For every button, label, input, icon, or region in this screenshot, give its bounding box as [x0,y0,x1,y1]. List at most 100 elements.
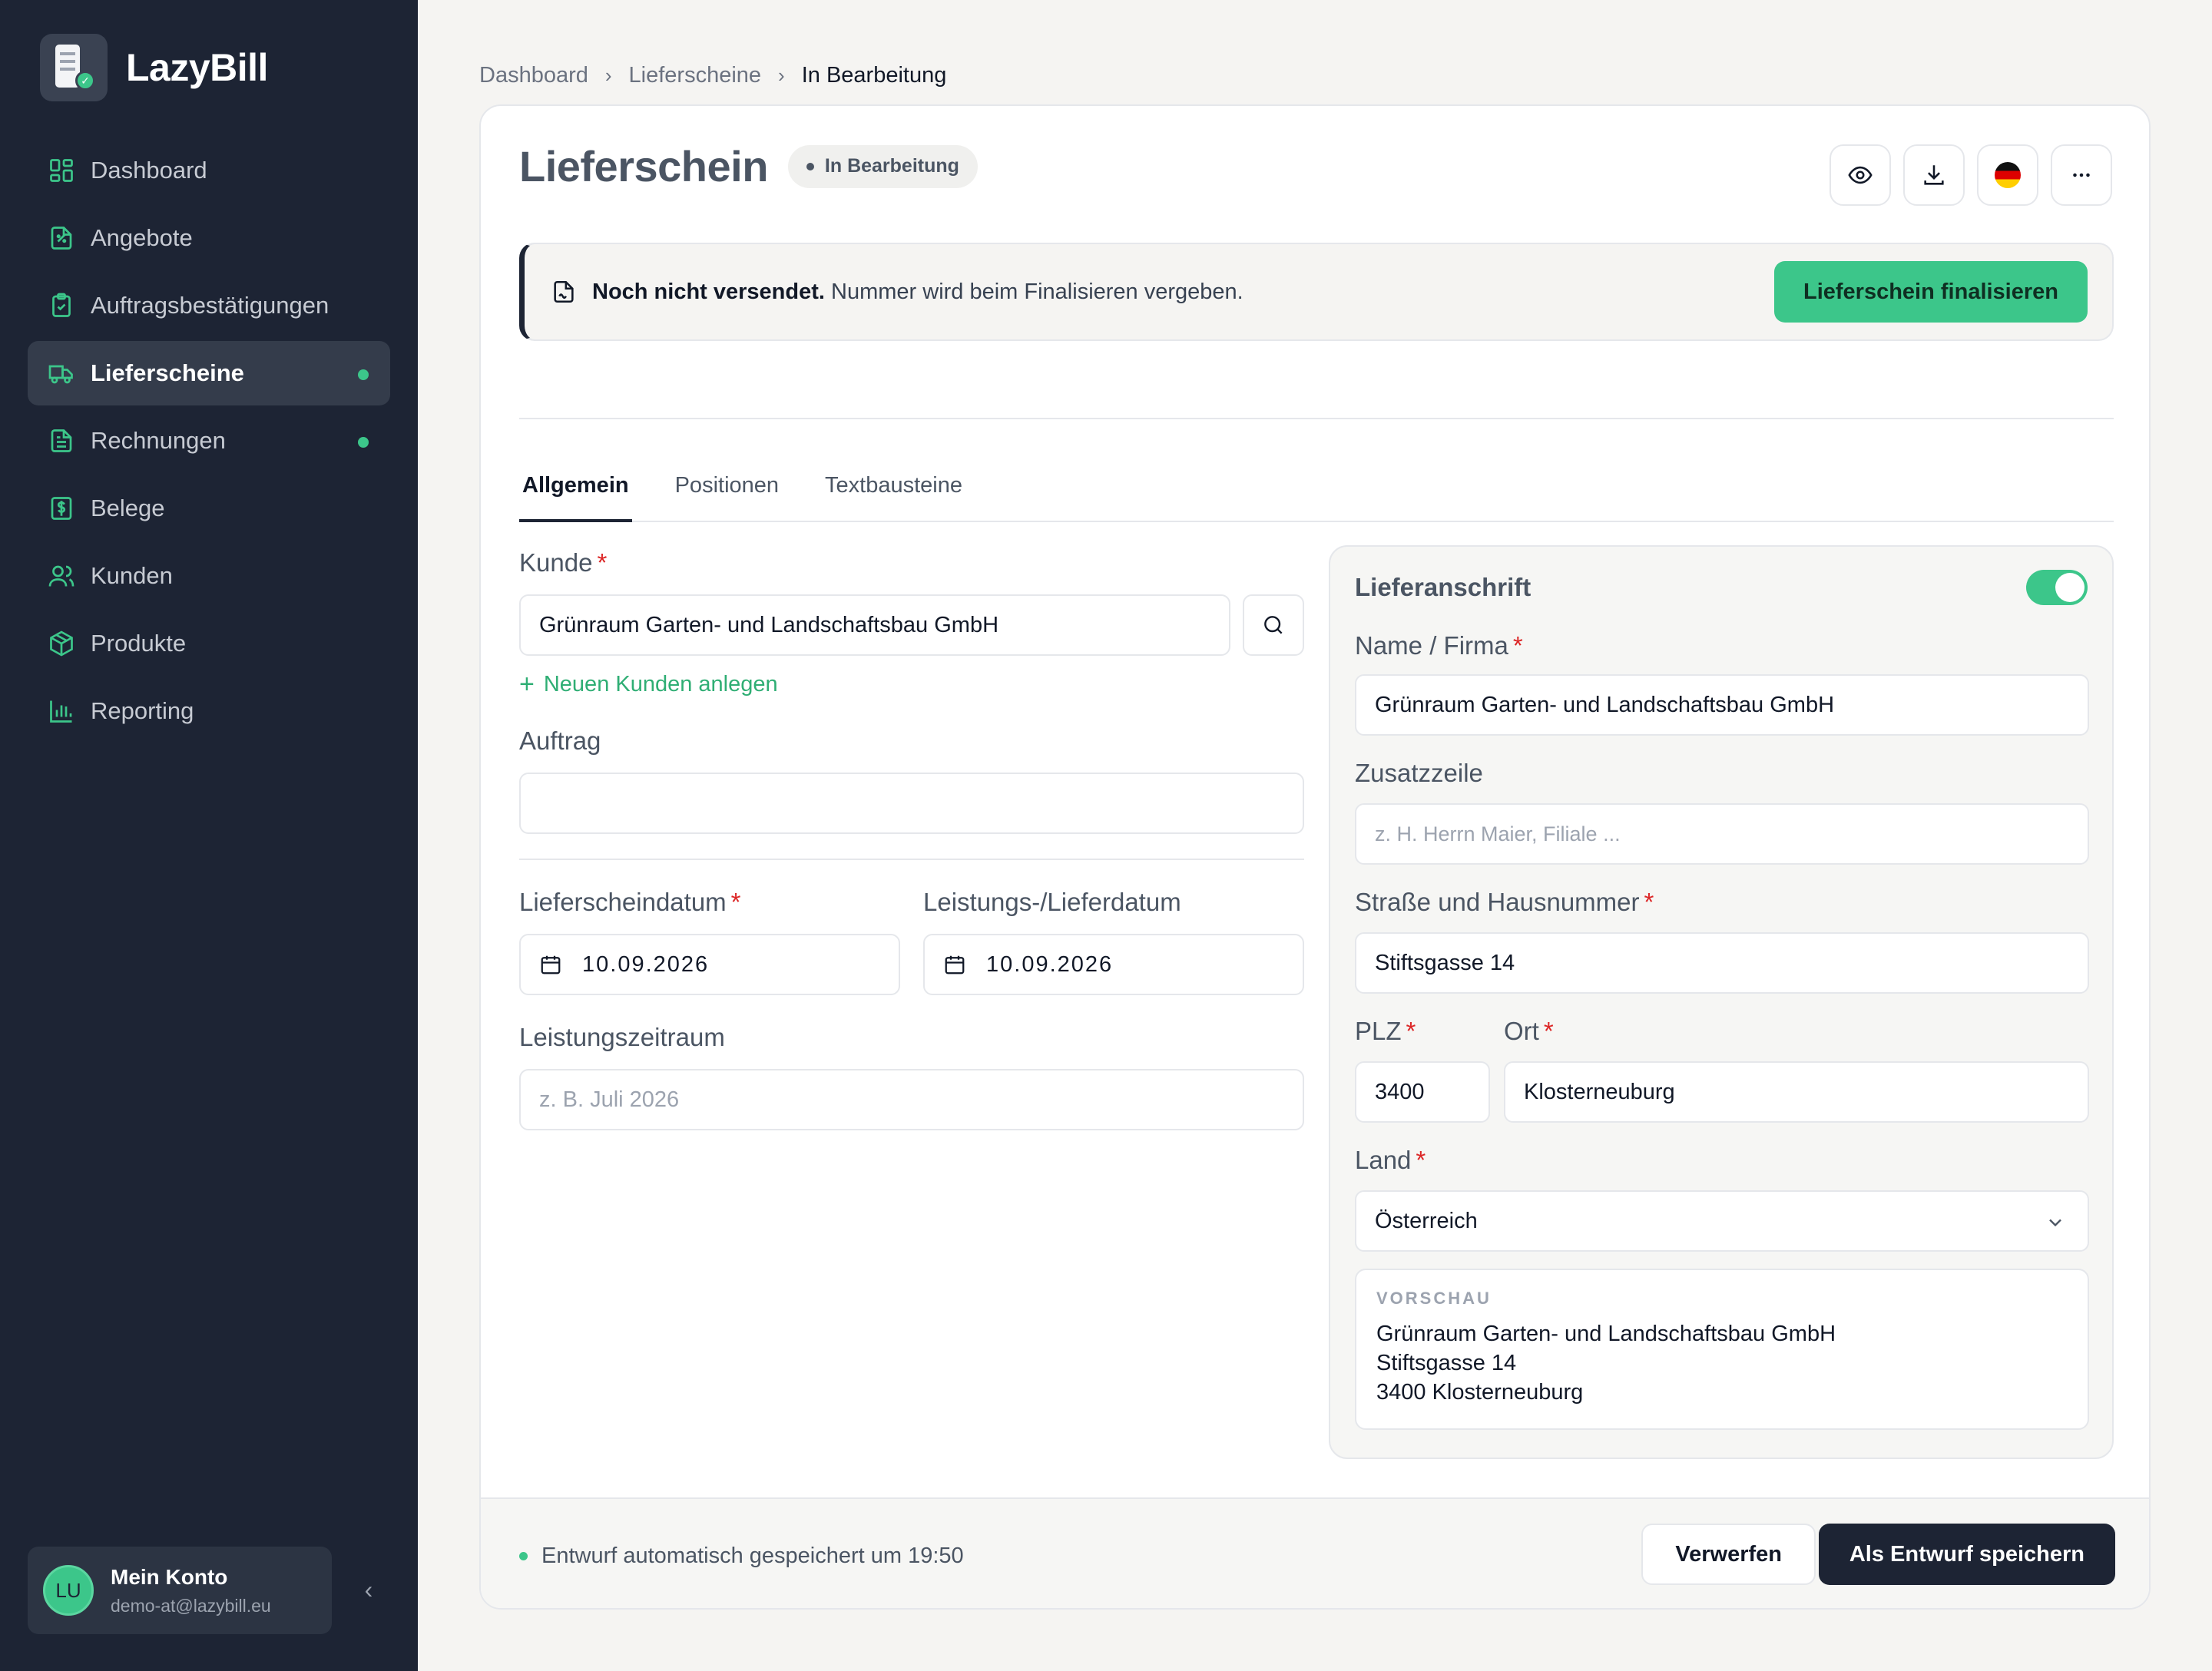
calendar-icon [541,955,561,974]
auftrag-input[interactable] [519,773,1304,834]
header-actions [1817,144,2112,206]
document-signature-icon [554,280,574,303]
sidebar-item-rechnungen[interactable]: Rechnungen [28,409,390,473]
card-footer: Entwurf automatisch gespeichert um 19:50… [481,1497,2149,1608]
draft-notice: Noch nicht versendet. Nummer wird beim F… [519,243,2114,341]
dashboard-icon [48,157,75,184]
account-menu[interactable]: LU Mein Konto demo-at@lazybill.eu [28,1547,332,1634]
account-name: Mein Konto [111,1564,228,1589]
offer-icon [48,224,75,252]
tabs: Allgemein Positionen Textbausteine [519,458,2114,522]
sidebar-item-label: Dashboard [91,157,207,184]
leistungszeitraum-input[interactable]: z. B. Juli 2026 [519,1069,1304,1130]
lazybill-logo-icon: ✓ [40,34,108,101]
notice-text: Noch nicht versendet. Nummer wird beim F… [592,279,1243,304]
search-icon [1264,616,1283,634]
plz-label: PLZ * [1355,1017,1416,1045]
sidebar-item-kunden[interactable]: Kunden [28,544,390,608]
bar-chart-icon [48,697,75,725]
autosave-status: Entwurf automatisch gespeichert um 19:50 [519,1544,964,1569]
chevron-right-icon: › [604,64,612,87]
german-flag-icon [1995,162,2021,188]
sidebar-item-label: Belege [91,495,165,521]
lieferdatum-label: Leistungs-/Lieferdatum [923,888,1181,916]
discard-button[interactable]: Verwerfen [1641,1524,1816,1585]
document-card: Lieferschein In Bearbeitung Noch nicht v… [479,104,2151,1610]
strasse-label: Straße und Hausnummer * [1355,888,1654,916]
sidebar-item-label: Lieferscheine [91,359,244,386]
status-label: In Bearbeitung [824,155,959,177]
leistungszeitraum-label: Leistungszeitraum [519,1023,725,1051]
breadcrumb-dashboard[interactable]: Dashboard [479,63,588,88]
land-select[interactable]: Österreich [1355,1190,2089,1252]
sidebar-item-lieferscheine[interactable]: Lieferscheine [28,341,390,405]
ort-label: Ort * [1504,1017,1554,1045]
preview-line: Stiftsgasse 14 [1376,1351,1517,1375]
account-email: demo-at@lazybill.eu [111,1595,271,1616]
app-name: LazyBill [126,46,268,89]
more-horizontal-icon [2073,173,2090,177]
truck-icon [48,359,75,387]
land-label: Land * [1355,1146,1426,1174]
download-icon [1924,165,1944,185]
address-preview: VORSCHAU Grünraum Garten- und Landschaft… [1355,1269,2089,1430]
avatar: LU [43,1565,94,1616]
strasse-input[interactable]: Stiftsgasse 14 [1355,932,2089,994]
calendar-icon [945,955,965,974]
status-badge: In Bearbeitung [787,144,978,188]
sidebar-item-reporting[interactable]: Reporting [28,679,390,743]
name-input[interactable]: Grünraum Garten- und Landschaftsbau GmbH [1355,674,2089,736]
sidebar-item-produkte[interactable]: Produkte [28,611,390,676]
brand[interactable]: ✓ LazyBill [40,34,268,101]
preview-line: Grünraum Garten- und Landschaftsbau GmbH [1376,1322,1836,1346]
language-button[interactable] [1977,144,2038,206]
sidebar-item-auftragsbestaetigungen[interactable]: Auftragsbestätigungen [28,273,390,338]
kunde-input[interactable]: Grünraum Garten- und Landschaftsbau GmbH [519,594,1230,656]
kunde-label: Kunde * [519,548,608,577]
sidebar-item-belege[interactable]: Belege [28,476,390,541]
customer-search-button[interactable] [1243,594,1304,656]
lieferdatum-input[interactable]: 10.09.2026 [923,934,1304,995]
new-customer-link[interactable]: + Neuen Kunden anlegen [519,670,778,700]
ort-input[interactable]: Klosterneuburg [1504,1061,2089,1123]
breadcrumb-lieferscheine[interactable]: Lieferscheine [629,63,762,88]
sidebar-item-label: Produkte [91,630,187,657]
zusatzzeile-input[interactable]: z. H. Herrn Maier, Filiale ... [1355,803,2089,865]
plz-input[interactable]: 3400 [1355,1061,1490,1123]
collapse-sidebar-chevron-left-icon[interactable]: ‹ [353,1574,384,1605]
tab-positionen[interactable]: Positionen [672,458,782,522]
download-button[interactable] [1903,144,1965,206]
sidebar-item-angebote[interactable]: Angebote [28,206,390,270]
users-icon [48,562,75,590]
sidebar: ✓ LazyBill Dashboard Angebote Auftragsbe… [0,0,418,1671]
delivery-address-panel: Lieferanschrift Name / Firma * Grünraum G… [1329,545,2114,1459]
receipt-icon [48,495,75,522]
preview-button[interactable] [1830,144,1891,206]
plus-icon: + [519,670,535,699]
delivery-address-toggle[interactable] [2026,570,2088,605]
sidebar-item-label: Kunden [91,562,173,589]
finalize-button[interactable]: Lieferschein finalisieren [1773,261,2088,323]
save-draft-button[interactable]: Als Entwurf speichern [1818,1524,2115,1585]
tab-allgemein[interactable]: Allgemein [519,458,632,522]
name-label: Name / Firma * [1355,631,1523,660]
preview-title: VORSCHAU [1376,1289,1492,1308]
package-icon [48,630,75,657]
page-title: Lieferschein [519,142,768,190]
chevron-down-icon [2049,1219,2061,1227]
sidebar-item-label: Reporting [91,697,194,724]
breadcrumb-current: In Bearbeitung [801,63,947,88]
notification-dot [358,437,369,448]
invoice-icon [48,427,75,455]
lieferscheindatum-input[interactable]: 10.09.2026 [519,934,900,995]
status-dot [519,1552,528,1560]
lieferscheindatum-label: Lieferscheindatum * [519,888,741,916]
more-options-button[interactable] [2051,144,2112,206]
divider [519,418,2114,419]
tab-textbausteine[interactable]: Textbausteine [822,458,965,522]
sidebar-item-label: Angebote [91,224,193,251]
sidebar-item-dashboard[interactable]: Dashboard [28,138,390,203]
notification-dot [358,369,369,380]
preview-line: 3400 Klosterneuburg [1376,1380,1584,1405]
eye-icon [1848,166,1873,184]
